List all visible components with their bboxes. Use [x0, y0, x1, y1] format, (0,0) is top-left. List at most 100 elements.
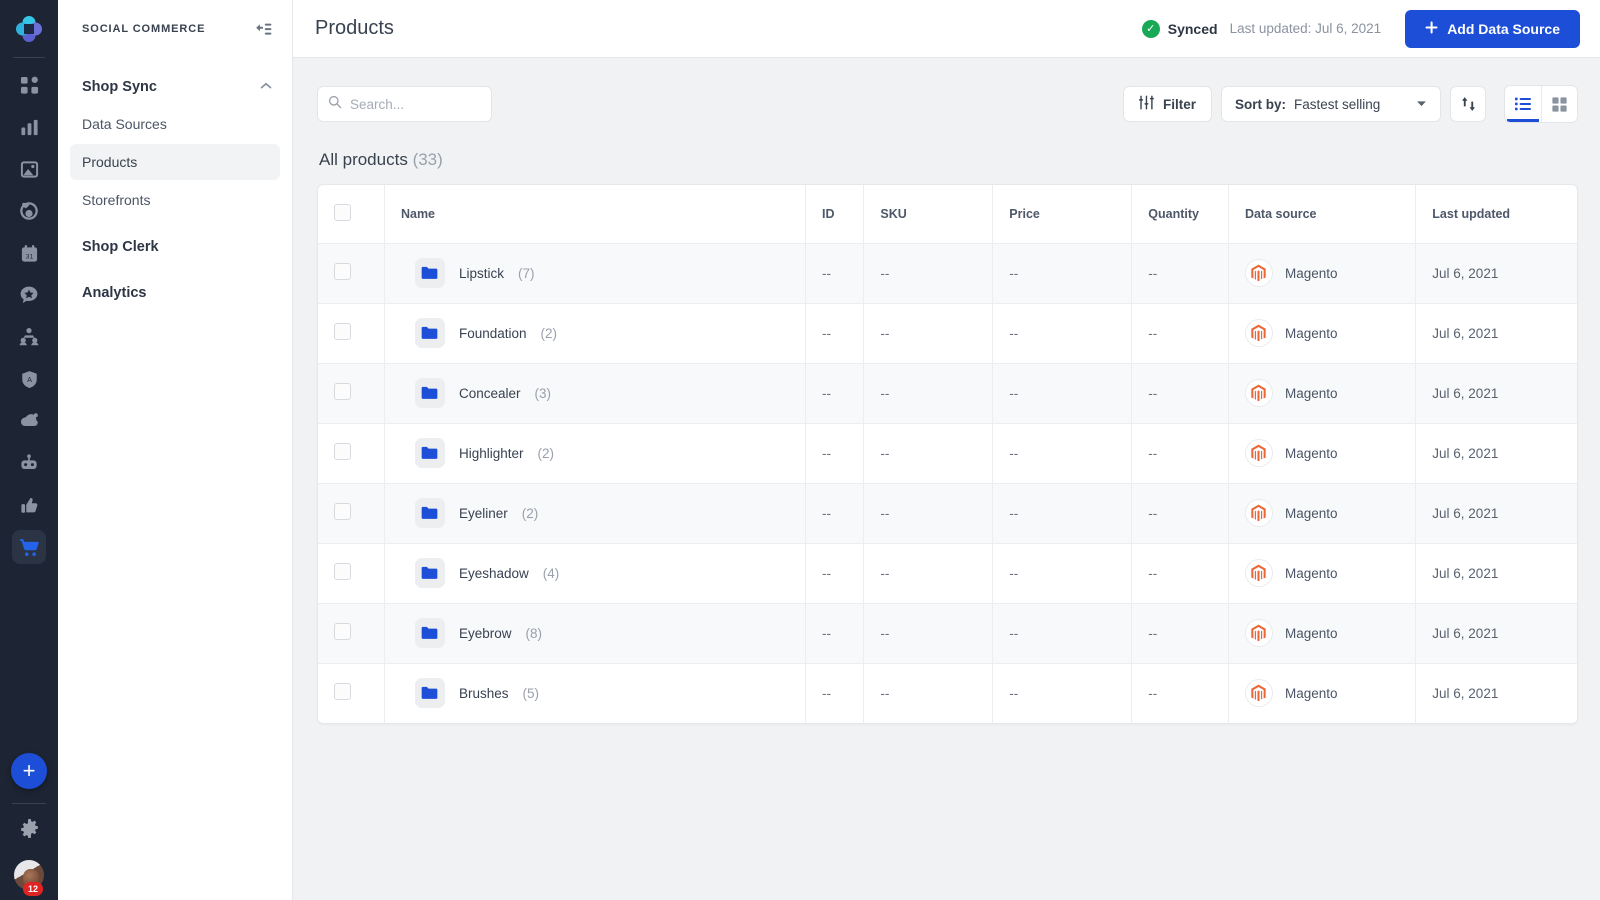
- table-row[interactable]: Foundation (2) -- -- -- -- Magento Jul 6…: [318, 303, 1577, 364]
- magento-logo-icon: [1244, 259, 1273, 287]
- row-last-updated: Jul 6, 2021: [1415, 603, 1577, 664]
- sidebar-group-shop-clerk[interactable]: Shop Clerk: [58, 230, 292, 264]
- collapse-sidebar-icon[interactable]: [255, 22, 272, 37]
- filter-sliders-icon: [1138, 95, 1154, 113]
- chevron-up-icon[interactable]: [260, 81, 272, 93]
- search-box[interactable]: [317, 86, 492, 122]
- row-checkbox[interactable]: [334, 443, 351, 460]
- top-bar-right: ✓ Synced Last updated: Jul 6, 2021 Add D…: [1141, 9, 1580, 48]
- notification-badge: 12: [23, 882, 44, 896]
- magento-logo-icon: [1244, 319, 1273, 347]
- sort-direction-toggle[interactable]: [1450, 86, 1486, 122]
- shopping-cart-icon[interactable]: [12, 530, 46, 564]
- row-id: --: [805, 663, 865, 723]
- row-id: --: [805, 483, 865, 544]
- sync-status: ✓ Synced: [1141, 19, 1218, 38]
- row-checkbox[interactable]: [334, 563, 351, 580]
- row-sku: --: [863, 543, 994, 604]
- table-row[interactable]: Highlighter (2) -- -- -- -- Magento Jul …: [318, 423, 1577, 484]
- megaphone-icon[interactable]: [12, 404, 46, 438]
- row-checkbox[interactable]: [334, 623, 351, 640]
- table-row[interactable]: Eyeliner (2) -- -- -- -- Magento Jul 6, …: [318, 483, 1577, 544]
- column-header-quantity[interactable]: Quantity: [1131, 185, 1229, 244]
- column-header-name[interactable]: Name: [384, 185, 806, 244]
- row-name-count: (2): [537, 445, 555, 461]
- row-sku: --: [863, 423, 994, 484]
- shield-icon[interactable]: A: [12, 362, 46, 396]
- filter-button[interactable]: Filter: [1122, 86, 1212, 122]
- add-data-source-label: Add Data Source: [1447, 20, 1560, 37]
- row-checkbox[interactable]: [334, 263, 351, 280]
- thumbs-up-icon[interactable]: [12, 488, 46, 522]
- row-id: --: [805, 543, 865, 604]
- column-header-sku[interactable]: SKU: [863, 185, 994, 244]
- row-name-cell: Foundation (2): [384, 303, 806, 364]
- sidebar-item-data-sources[interactable]: Data Sources: [70, 106, 280, 142]
- column-header-data-source[interactable]: Data source: [1228, 185, 1417, 244]
- chevron-down-icon[interactable]: [1416, 99, 1427, 109]
- avatar[interactable]: 12: [14, 860, 44, 896]
- row-last-updated: Jul 6, 2021: [1415, 363, 1577, 424]
- gear-icon[interactable]: [19, 818, 40, 844]
- row-id: --: [805, 603, 865, 664]
- list-view-button[interactable]: [1505, 86, 1541, 122]
- row-quantity: --: [1131, 303, 1229, 364]
- table-row[interactable]: Eyeshadow (4) -- -- -- -- Magento Jul 6,…: [318, 543, 1577, 604]
- row-last-updated: Jul 6, 2021: [1415, 543, 1577, 604]
- products-table: Name ID SKU Price Quantity Data source L…: [317, 184, 1578, 724]
- sidebar-group-analytics[interactable]: Analytics: [58, 276, 292, 310]
- bot-icon[interactable]: [12, 446, 46, 480]
- grid-view-button[interactable]: [1541, 86, 1577, 122]
- calendar-icon[interactable]: 31: [12, 236, 46, 270]
- analytics-bar-chart-icon[interactable]: [12, 110, 46, 144]
- column-header-id[interactable]: ID: [805, 185, 865, 244]
- rail-divider-bottom: [12, 803, 46, 804]
- sidebar-item-products[interactable]: Products: [70, 144, 280, 180]
- row-price: --: [992, 243, 1133, 304]
- engagement-icon[interactable]: [12, 194, 46, 228]
- audience-icon[interactable]: [12, 320, 46, 354]
- row-checkbox[interactable]: [334, 683, 351, 701]
- add-button[interactable]: +: [11, 753, 47, 789]
- select-all-header: [318, 185, 385, 244]
- star-message-icon[interactable]: [12, 278, 46, 312]
- row-checkbox[interactable]: [334, 323, 351, 340]
- row-checkbox[interactable]: [334, 383, 351, 400]
- magento-logo-icon: [1244, 559, 1273, 587]
- table-row[interactable]: Lipstick (7) -- -- -- -- Magento Jul 6, …: [318, 243, 1577, 304]
- table-header-row: Name ID SKU Price Quantity Data source L…: [318, 185, 1577, 244]
- toolbar-right: Filter Sort by: Fastest selling: [1122, 85, 1578, 123]
- image-icon[interactable]: [12, 152, 46, 186]
- folder-icon: [414, 618, 445, 648]
- table-row[interactable]: Concealer (3) -- -- -- -- Magento Jul 6,…: [318, 363, 1577, 424]
- add-data-source-button[interactable]: Add Data Source: [1405, 9, 1580, 48]
- row-quantity: --: [1131, 243, 1229, 304]
- folder-icon: [414, 258, 445, 288]
- sort-by-dropdown[interactable]: Sort by: Fastest selling: [1221, 86, 1441, 122]
- row-name-cell: Eyebrow (8): [384, 603, 806, 664]
- app-logo[interactable]: [11, 11, 47, 47]
- column-header-price[interactable]: Price: [992, 185, 1133, 244]
- row-name-cell: Lipstick (7): [384, 243, 806, 304]
- folder-icon: [414, 378, 445, 408]
- row-select-cell: [318, 423, 385, 484]
- folder-icon: [414, 558, 445, 588]
- row-quantity: --: [1131, 483, 1229, 544]
- icon-rail: 31 A + 12: [0, 0, 58, 900]
- row-id: --: [805, 423, 865, 484]
- table-row[interactable]: Eyebrow (8) -- -- -- -- Magento Jul 6, 2…: [318, 603, 1577, 664]
- list-title-text: All products: [319, 150, 408, 169]
- sidebar-item-storefronts[interactable]: Storefronts: [70, 182, 280, 218]
- dashboard-icon[interactable]: [12, 68, 46, 102]
- row-price: --: [992, 303, 1133, 364]
- row-checkbox[interactable]: [334, 503, 351, 520]
- column-header-last-updated[interactable]: Last updated: [1415, 185, 1577, 244]
- row-last-updated: Jul 6, 2021: [1415, 243, 1577, 304]
- sidebar-group-shop-sync[interactable]: Shop Sync: [58, 70, 292, 104]
- select-all-checkbox[interactable]: [334, 203, 351, 221]
- row-name-count: (4): [542, 565, 560, 581]
- row-select-cell: [318, 303, 385, 364]
- search-input[interactable]: [350, 96, 481, 112]
- row-name-count: (2): [540, 325, 558, 341]
- table-row[interactable]: Brushes (5) -- -- -- -- Magento Jul 6, 2…: [318, 663, 1577, 723]
